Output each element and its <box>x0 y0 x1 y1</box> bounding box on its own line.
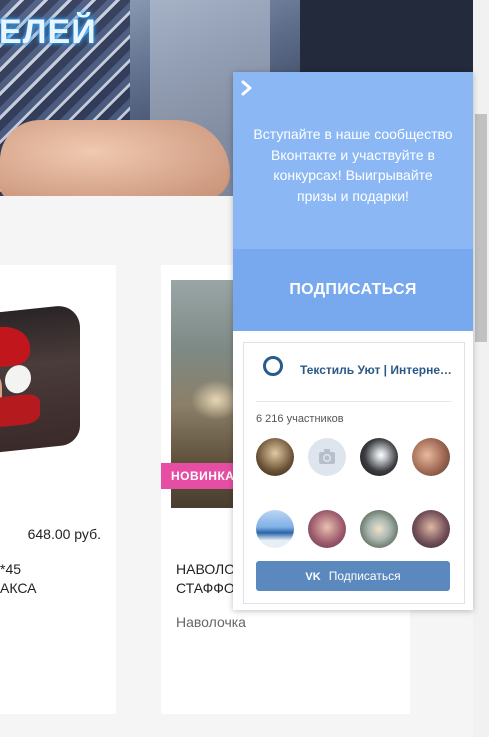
vk-logo-icon: VK <box>305 571 321 583</box>
product-title[interactable]: *45 АКСА <box>0 560 36 598</box>
members-count[interactable]: 6 216 участников <box>256 413 344 425</box>
member-avatar[interactable] <box>308 438 346 476</box>
product-card[interactable]: 648.00 руб. *45 АКСА <box>0 265 116 714</box>
new-badge: НОВИНКА <box>161 463 245 489</box>
hero-image-hand <box>0 120 230 196</box>
member-avatar[interactable] <box>412 438 450 476</box>
member-avatar[interactable] <box>308 510 346 548</box>
widget-promo: Вступайте в наше сообщество Вконтакте и … <box>233 72 473 249</box>
chevron-right-icon[interactable] <box>241 80 257 98</box>
member-avatar[interactable] <box>256 510 294 548</box>
product-price: 648.00 руб. <box>27 526 101 542</box>
member-avatar[interactable] <box>412 510 450 548</box>
product-category: Наволочка <box>176 614 246 630</box>
vk-subscribe-label: Подписаться <box>328 569 401 583</box>
vk-popup-widget: Вступайте в наше сообщество Вконтакте и … <box>233 72 473 610</box>
camera-icon <box>319 449 335 464</box>
promo-text: Вступайте в наше сообщество Вконтакте и … <box>253 126 453 204</box>
scrollbar-thumb[interactable] <box>475 114 487 342</box>
divider <box>256 401 452 402</box>
community-name[interactable]: Текстиль Уют | Интернет-магазин <box>300 363 456 377</box>
member-avatar[interactable] <box>256 438 294 476</box>
product-title[interactable]: НАВОЛО СТАФФО <box>176 560 235 598</box>
member-avatar[interactable] <box>360 438 398 476</box>
vk-subscribe-button[interactable]: VK Подписаться <box>256 561 450 591</box>
member-avatar[interactable] <box>360 510 398 548</box>
product-image[interactable] <box>0 305 88 455</box>
vk-community-widget: Текстиль Уют | Интернет-магазин 6 216 уч… <box>243 342 465 604</box>
subscribe-button[interactable]: ПОДПИСАТЬСЯ <box>233 249 473 331</box>
community-logo[interactable] <box>259 353 289 383</box>
hero-title: ЕЛЕЙ <box>0 13 97 51</box>
page-scrollbar[interactable] <box>473 0 489 737</box>
